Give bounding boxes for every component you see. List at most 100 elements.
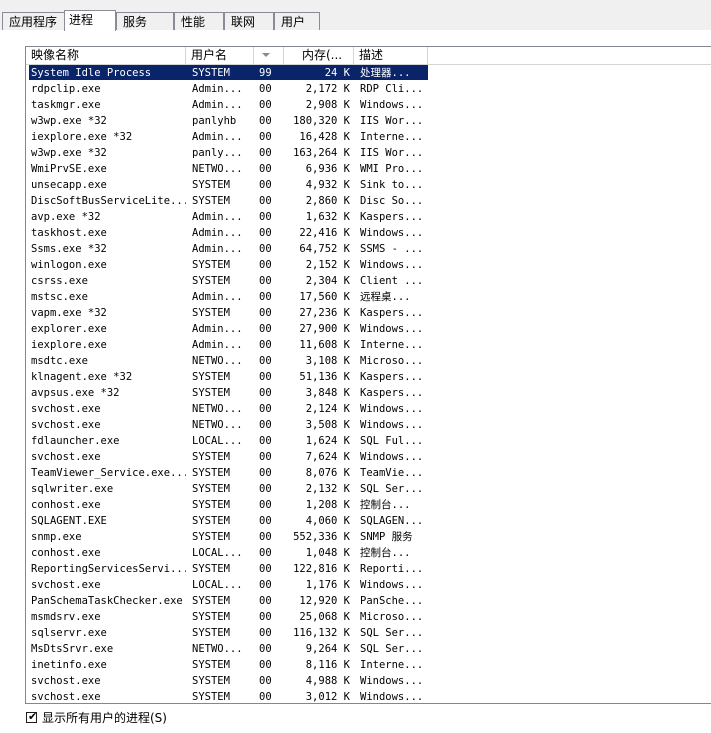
image-name-cell: unsecapp.exe (31, 179, 107, 191)
checkbox-box[interactable]: ✔ (26, 710, 37, 723)
memory-cell: 7,624 K (305, 451, 350, 463)
user-name-cell: SYSTEM (192, 179, 230, 191)
table-row[interactable]: MsDtsSrvr.exe NETWO... 00 9,264 K SQL Ser... (26, 641, 711, 657)
table-row[interactable]: winlogon.exe SYSTEM 00 2,152 K Windows... (26, 257, 711, 273)
description-cell: Microso... (360, 611, 422, 623)
table-row[interactable]: taskmgr.exe Admin... 00 2,908 K Windows... (26, 97, 711, 113)
column-header-cpu[interactable] (254, 47, 284, 64)
table-row[interactable]: WmiPrvSE.exe NETWO... 00 6,936 K WMI Pro... (26, 161, 711, 177)
user-name-cell: SYSTEM (192, 451, 230, 463)
memory-cell: 12,920 K (299, 595, 350, 607)
image-name-cell: msdtc.exe (31, 355, 88, 367)
column-header-row: 映像名称 用户名 内存(... 描述 (26, 47, 711, 65)
user-name-cell: SYSTEM (192, 563, 230, 575)
table-row[interactable]: explorer.exe Admin... 00 27,900 K Windows... (26, 321, 711, 337)
description-cell: Interne... (360, 339, 422, 351)
table-row[interactable]: iexplore.exe Admin... 00 11,608 K Interne... (26, 337, 711, 353)
table-row[interactable]: conhost.exe SYSTEM 00 1,208 K 控制台... (26, 497, 711, 513)
table-row[interactable]: fdlauncher.exe LOCAL... 00 1,624 K SQL Ful..… (26, 433, 711, 449)
table-row[interactable]: svchost.exe SYSTEM 00 4,988 K Windows... (26, 673, 711, 689)
image-name-cell: conhost.exe (31, 499, 101, 511)
memory-cell: 4,932 K (305, 179, 350, 191)
image-name-cell: iexplore.exe *32 (31, 131, 133, 143)
tab-1[interactable]: 进程 (64, 10, 116, 31)
column-header-user-name[interactable]: 用户名 (186, 47, 254, 64)
table-row[interactable]: Ssms.exe *32 Admin... 00 64,752 K SSMS - ... (26, 241, 711, 257)
table-row[interactable]: taskhost.exe Admin... 00 22,416 K Windows... (26, 225, 711, 241)
table-row[interactable]: w3wp.exe *32 panly... 00 163,264 K IIS Wor..… (26, 145, 711, 161)
column-header-description[interactable]: 描述 (354, 47, 428, 64)
show-all-users-label: 显示所有用户的进程(S) (42, 711, 167, 725)
image-name-cell: explorer.exe (31, 323, 107, 335)
description-cell: Windows... (360, 403, 422, 415)
image-name-cell: svchost.exe (31, 675, 101, 687)
user-name-cell: Admin... (192, 131, 243, 143)
tab-4[interactable]: 联网 (224, 12, 274, 30)
tab-5[interactable]: 用户 (274, 12, 320, 30)
memory-cell: 1,632 K (305, 211, 350, 223)
description-cell: Kaspers... (360, 307, 422, 319)
description-cell: Windows... (360, 419, 422, 431)
table-row[interactable]: SQLAGENT.EXE SYSTEM 00 4,060 K SQLAGEN... (26, 513, 711, 529)
table-row[interactable]: inetinfo.exe SYSTEM 00 8,116 K Interne... (26, 657, 711, 673)
table-row[interactable]: mstsc.exe Admin... 00 17,560 K 远程桌... (26, 289, 711, 305)
memory-cell: 24 K (324, 67, 350, 79)
image-name-cell: w3wp.exe *32 (31, 147, 107, 159)
description-cell: Kaspers... (360, 371, 422, 383)
table-row[interactable]: sqlservr.exe SYSTEM 00 116,132 K SQL Ser... (26, 625, 711, 641)
memory-cell: 64,752 K (299, 243, 350, 255)
menu-bar (0, 0, 711, 9)
user-name-cell: LOCAL... (192, 435, 243, 447)
table-row[interactable]: msmdsrv.exe SYSTEM 00 25,068 K Microso... (26, 609, 711, 625)
tab-3[interactable]: 性能 (174, 12, 224, 30)
table-row[interactable]: System Idle Process SYSTEM 99 24 K 处理器... (26, 65, 711, 81)
table-row[interactable]: svchost.exe NETWO... 00 3,508 K Windows... (26, 417, 711, 433)
table-row[interactable]: unsecapp.exe SYSTEM 00 4,932 K Sink to... (26, 177, 711, 193)
description-cell: SQL Ful... (360, 435, 422, 447)
table-row[interactable]: snmp.exe SYSTEM 00 552,336 K SNMP 服务 (26, 529, 711, 545)
memory-cell: 1,624 K (305, 435, 350, 447)
description-cell: Windows... (360, 675, 422, 687)
tab-0[interactable]: 应用程序 (2, 12, 66, 30)
table-row[interactable]: rdpclip.exe Admin... 00 2,172 K RDP Cli... (26, 81, 711, 97)
table-row[interactable]: msdtc.exe NETWO... 00 3,108 K Microso... (26, 353, 711, 369)
memory-cell: 8,076 K (305, 467, 350, 479)
memory-cell: 4,988 K (305, 675, 350, 687)
table-row[interactable]: DiscSoftBusServiceLite... SYSTEM 00 2,860 K… (26, 193, 711, 209)
user-name-cell: NETWO... (192, 403, 243, 415)
image-name-cell: svchost.exe (31, 419, 101, 431)
table-row[interactable]: svchost.exe SYSTEM 00 7,624 K Windows... (26, 449, 711, 465)
column-header-image-name[interactable]: 映像名称 (26, 47, 186, 64)
user-name-cell: Admin... (192, 339, 243, 351)
tab-2[interactable]: 服务 (116, 12, 174, 30)
table-row[interactable]: conhost.exe LOCAL... 00 1,048 K 控制台... (26, 545, 711, 561)
memory-cell: 3,508 K (305, 419, 350, 431)
table-row[interactable]: klnagent.exe *32 SYSTEM 00 51,136 K Kaspers.… (26, 369, 711, 385)
user-name-cell: Admin... (192, 243, 243, 255)
user-name-cell: SYSTEM (192, 531, 230, 543)
user-name-cell: NETWO... (192, 419, 243, 431)
table-row[interactable]: csrss.exe SYSTEM 00 2,304 K Client ... (26, 273, 711, 289)
table-row[interactable]: ReportingServicesServi... SYSTEM 00 122,816… (26, 561, 711, 577)
table-row[interactable]: w3wp.exe *32 panlyhb 00 180,320 K IIS Wor... (26, 113, 711, 129)
table-row[interactable]: TeamViewer_Service.exe... SYSTEM 00 8,076 K… (26, 465, 711, 481)
user-name-cell: panlyhb (192, 115, 237, 127)
process-rows: System Idle Process SYSTEM 99 24 K 处理器... rdp… (26, 65, 711, 703)
table-row[interactable]: avpsus.exe *32 SYSTEM 00 3,848 K Kaspers... (26, 385, 711, 401)
column-header-memory[interactable]: 内存(... (284, 47, 354, 64)
table-row[interactable]: svchost.exe NETWO... 00 2,124 K Windows... (26, 401, 711, 417)
table-row[interactable]: sqlwriter.exe SYSTEM 00 2,132 K SQL Ser... (26, 481, 711, 497)
table-row[interactable]: svchost.exe SYSTEM 00 3,012 K Windows... (26, 689, 711, 703)
process-list[interactable]: 映像名称 用户名 内存(... 描述 System Idle Process SY… (25, 46, 711, 704)
table-row[interactable]: vapm.exe *32 SYSTEM 00 27,236 K Kaspers... (26, 305, 711, 321)
table-row[interactable]: svchost.exe LOCAL... 00 1,176 K Windows... (26, 577, 711, 593)
description-cell: Windows... (360, 451, 422, 463)
table-row[interactable]: iexplore.exe *32 Admin... 00 16,428 K Intern… (26, 129, 711, 145)
memory-cell: 116,132 K (293, 627, 350, 639)
show-all-users-checkbox[interactable]: ✔ 显示所有用户的进程(S) (26, 710, 326, 727)
description-cell: 处理器... (360, 67, 411, 79)
table-row[interactable]: PanSchemaTaskChecker.exe SYSTEM 00 12,920 K… (26, 593, 711, 609)
description-cell: Sink to... (360, 179, 422, 191)
description-cell: SQL Ser... (360, 627, 422, 639)
table-row[interactable]: avp.exe *32 Admin... 00 1,632 K Kaspers... (26, 209, 711, 225)
